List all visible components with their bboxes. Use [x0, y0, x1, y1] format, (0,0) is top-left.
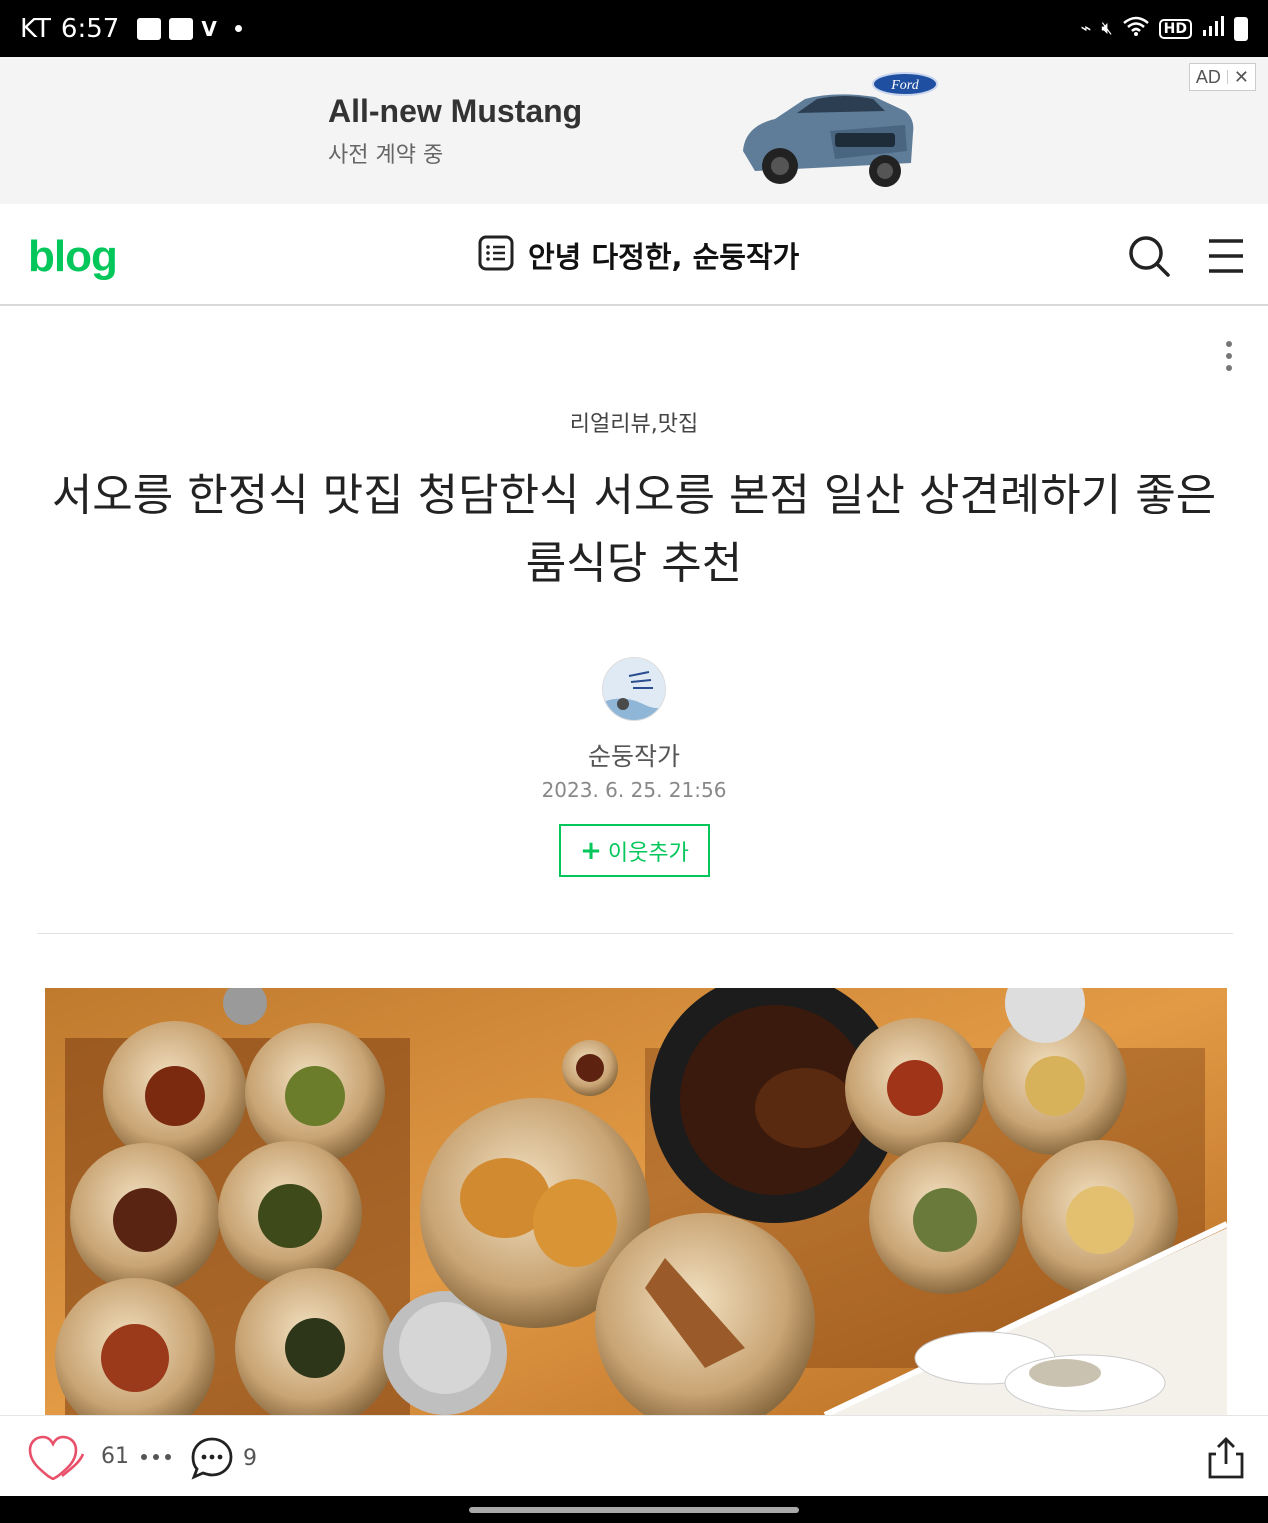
blog-title-link[interactable]: 안녕 다정한, 순둥작가 — [478, 234, 799, 276]
battery-saver-icon: ⌁ — [1080, 18, 1092, 39]
post-title: 서오릉 한정식 맛집 청담한식 서오릉 본점 일산 상견례하기 좋은 룸식당 추… — [51, 470, 1217, 589]
post-more-button[interactable] — [1218, 338, 1240, 378]
post-action-bar: 61 9 — [0, 1415, 1268, 1496]
status-bar: KT 6:57 V ⌁ 🔇︎ HD — [0, 0, 1268, 57]
author-avatar[interactable] — [602, 657, 666, 721]
notification-icons: V — [137, 16, 242, 41]
hd-voice-icon: HD — [1158, 18, 1192, 39]
app-notification-icon — [169, 17, 194, 40]
clock: 6:57 — [60, 13, 120, 44]
list-icon — [478, 235, 514, 275]
add-neighbor-button[interactable]: + 이웃추가 — [559, 824, 710, 877]
add-neighbor-label: 이웃추가 — [607, 840, 689, 866]
more-notifications-dot — [234, 25, 242, 32]
ad-label: AD — [1195, 66, 1221, 87]
system-nav-bar — [0, 1496, 1268, 1523]
likers-more-button[interactable] — [138, 1442, 174, 1472]
share-icon — [1208, 1437, 1244, 1479]
ad-subtitle: 사전 계약 중 — [328, 143, 444, 168]
menu-button[interactable] — [1204, 234, 1248, 278]
ad-badge[interactable]: AD ✕ — [1188, 63, 1256, 91]
search-icon — [1129, 236, 1170, 277]
comment-count: 9 — [243, 1446, 257, 1471]
like-button[interactable] — [28, 1434, 88, 1481]
comment-icon — [191, 1437, 233, 1480]
blog-title: 안녕 다정한, 순둥작가 — [528, 240, 800, 274]
more-vertical-icon — [1226, 341, 1232, 371]
mute-icon: 🔇︎ — [1101, 18, 1113, 39]
mustang-car-image: Ford — [743, 72, 938, 187]
post-category[interactable]: 리얼리뷰,맛집 — [0, 406, 1268, 438]
heart-icon — [28, 1435, 85, 1481]
post-date: 2023. 6. 25. 21:56 — [541, 778, 727, 802]
ad-title: All-new Mustang — [328, 93, 583, 129]
v3-notification-icon: V — [201, 16, 217, 41]
like-count: 61 — [101, 1444, 129, 1469]
wifi-icon — [1122, 15, 1149, 42]
more-horizontal-icon — [141, 1454, 171, 1460]
blog-header: blog 안녕 다정한, 순둥작가 — [0, 204, 1268, 306]
plus-icon: + — [580, 835, 602, 866]
home-gesture-handle[interactable] — [469, 1507, 799, 1513]
author-name[interactable]: 순둥작가 — [0, 737, 1268, 773]
gallery-icon — [137, 17, 162, 40]
blog-logo[interactable]: blog — [28, 232, 118, 282]
signal-icon — [1202, 15, 1224, 42]
menu-icon — [1209, 239, 1243, 273]
food-photo[interactable] — [45, 988, 1227, 1415]
comment-button[interactable] — [190, 1436, 234, 1480]
share-button[interactable] — [1204, 1436, 1248, 1480]
battery-icon — [1234, 16, 1248, 41]
carrier-label: KT — [20, 13, 51, 44]
ford-logo: Ford — [890, 78, 919, 93]
ad-banner[interactable]: All-new Mustang 사전 계약 중 Ford AD ✕ — [0, 57, 1268, 204]
content-divider — [37, 933, 1233, 934]
ad-close-icon[interactable]: ✕ — [1234, 67, 1249, 88]
search-button[interactable] — [1127, 234, 1171, 278]
